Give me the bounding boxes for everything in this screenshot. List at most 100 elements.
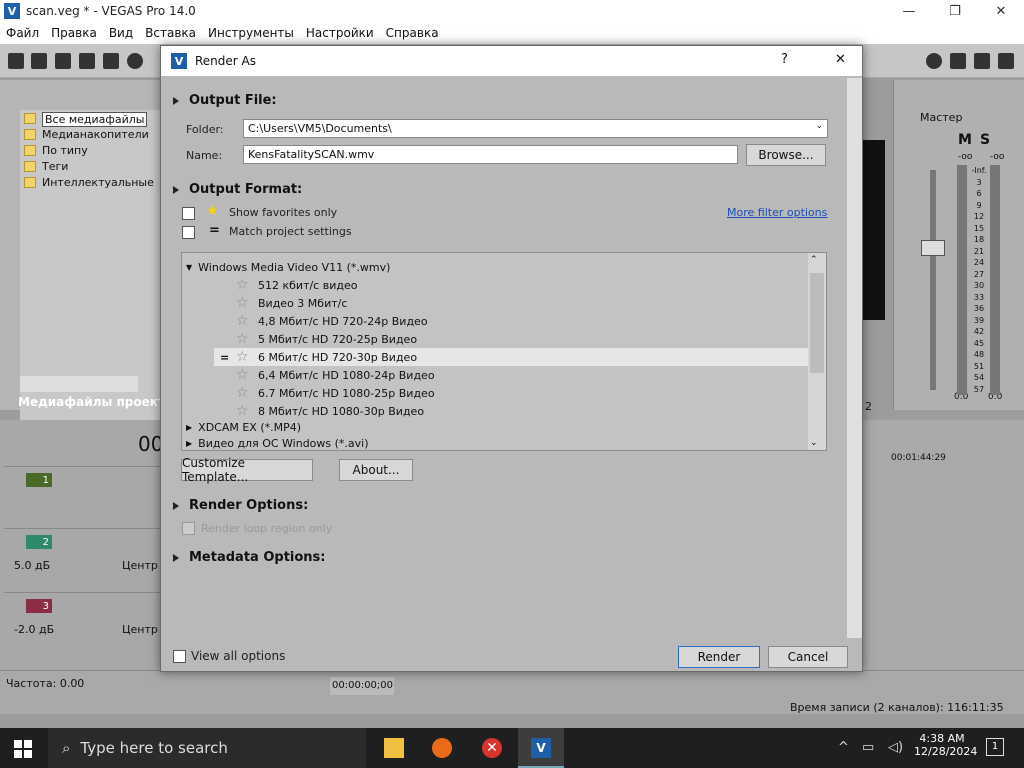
template-item[interactable]: ☆ Видео 3 Мбит/с (182, 294, 808, 312)
render-icon[interactable] (103, 53, 119, 69)
master-mixer-icon[interactable] (998, 53, 1014, 69)
format-group-wmv[interactable]: ▼ Windows Media Video V11 (*.wmv) (182, 258, 808, 276)
master-gear-icon[interactable] (926, 53, 942, 69)
template-item[interactable]: ☆ 6,4 Мбит/с HD 1080-24p Видео (182, 366, 808, 384)
master-fx-icon[interactable] (950, 53, 966, 69)
template-item-selected[interactable]: = ☆ 6 Мбит/с HD 720-30p Видео (214, 348, 808, 366)
taskbar-search-box[interactable]: ⌕ Type here to search (48, 728, 366, 768)
menu-view[interactable]: Вид (109, 26, 133, 40)
template-label: 6,4 Мбит/с HD 1080-24p Видео (258, 368, 435, 382)
browse-button[interactable]: Browse... (746, 144, 826, 166)
star-outline-icon[interactable]: ☆ (236, 277, 249, 293)
folder-icon (24, 161, 36, 172)
firefox-icon[interactable] (432, 738, 452, 758)
new-file-icon[interactable] (8, 53, 24, 69)
maximize-button[interactable]: ❐ (932, 0, 978, 22)
notification-icon[interactable]: 1 (986, 738, 1004, 756)
tree-item-all-media[interactable]: Все медиафайлы (42, 112, 148, 127)
more-filter-options-link[interactable]: More filter options (727, 206, 827, 219)
master-solo-button[interactable]: S (980, 132, 990, 148)
clock-time: 4:38 AM (919, 732, 965, 745)
folder-field[interactable]: C:\Users\VM5\Documents\ ⌄ (243, 119, 828, 138)
tree-item-tags[interactable]: Теги (42, 160, 68, 173)
template-label: 5 Мбит/с HD 720-25p Видео (258, 332, 418, 346)
star-outline-icon[interactable]: ☆ (236, 349, 249, 365)
format-group-avi[interactable]: ▶ Видео для ОС Windows (*.avi) (182, 434, 808, 450)
help-button[interactable]: ? (781, 52, 788, 67)
tray-chevron-icon[interactable]: ^ (838, 740, 849, 755)
track-1-header[interactable]: 1 (4, 466, 160, 522)
star-outline-icon[interactable]: ☆ (236, 403, 249, 419)
dialog-title-bar: V Render As ? ✕ (161, 46, 862, 76)
about-button[interactable]: About... (339, 459, 413, 481)
gear-icon[interactable] (127, 53, 143, 69)
output-format-section[interactable]: Output Format: (173, 182, 302, 197)
template-item[interactable]: ☆ 5 Мбит/с HD 720-25p Видео (182, 330, 808, 348)
section-title: Output Format: (189, 182, 303, 197)
time-field[interactable]: 00:00:00;00 (330, 677, 394, 695)
match-project-checkbox[interactable] (182, 226, 195, 239)
explorer-hscroll[interactable] (20, 376, 138, 392)
red-app-icon[interactable]: ✕ (482, 738, 502, 758)
menu-edit[interactable]: Правка (51, 26, 97, 40)
open-folder-icon[interactable] (31, 53, 47, 69)
star-outline-icon[interactable]: ☆ (236, 295, 249, 311)
show-favorites-checkbox[interactable] (182, 207, 195, 220)
master-fader-handle[interactable] (921, 240, 945, 256)
track-3-header[interactable]: 3 -2.0 дБ Центр (4, 592, 160, 648)
customize-template-button[interactable]: Customize Template... (181, 456, 313, 484)
track-2-header[interactable]: 2 5.0 дБ Центр (4, 528, 160, 584)
clock[interactable]: 4:38 AM 12/28/2024 (914, 732, 977, 758)
tree-item-by-type[interactable]: По типу (42, 144, 88, 157)
render-button[interactable]: Render (678, 646, 760, 668)
render-loop-checkbox[interactable] (182, 522, 195, 535)
menu-options[interactable]: Настройки (306, 26, 374, 40)
star-outline-icon[interactable]: ☆ (236, 331, 249, 347)
output-file-section[interactable]: Output File: (173, 93, 277, 108)
menu-insert[interactable]: Вставка (145, 26, 196, 40)
master-mute-icon[interactable] (974, 53, 990, 69)
template-item[interactable]: ☆ 4,8 Мбит/с HD 720-24p Видео (182, 312, 808, 330)
menu-file[interactable]: Файл (6, 26, 39, 40)
file-explorer-icon[interactable] (384, 738, 404, 758)
star-outline-icon[interactable]: ☆ (236, 385, 249, 401)
vegas-taskbar-button[interactable]: V (518, 728, 564, 768)
record-time: Время записи (2 каналов): 116:11:35 (790, 701, 1004, 714)
menu-tools[interactable]: Инструменты (208, 26, 294, 40)
menu-help[interactable]: Справка (386, 26, 439, 40)
close-window-button[interactable]: ✕ (978, 0, 1024, 22)
vegas-icon: V (531, 738, 551, 758)
star-outline-icon[interactable]: ☆ (236, 367, 249, 383)
window-title-bar: V scan.veg * - VEGAS Pro 14.0 — ❐ ✕ (0, 0, 1024, 22)
star-outline-icon[interactable]: ☆ (236, 313, 249, 329)
template-item[interactable]: ☆ 512 кбит/с видео (182, 276, 808, 294)
save-icon[interactable] (55, 53, 71, 69)
section-title: Metadata Options: (189, 550, 326, 565)
folder-icon (24, 145, 36, 156)
volume-icon[interactable]: ◁) (888, 740, 903, 755)
timeline-area[interactable]: 00:01:44:29 2 (863, 400, 1024, 670)
chevron-down-icon[interactable]: ⌄ (815, 121, 823, 131)
save-as-icon[interactable] (79, 53, 95, 69)
view-all-options-checkbox[interactable] (173, 650, 186, 663)
status-bar: Частота: 0.00 00:00:00;00 Время записи (… (0, 670, 1024, 714)
tree-item-smart[interactable]: Интеллектуальные (42, 176, 154, 189)
minimize-button[interactable]: — (886, 0, 932, 22)
file-name-input[interactable]: KensFatalitySCAN.wmv (243, 145, 738, 164)
list-vscroll[interactable]: ⌃ ⌄ (808, 253, 826, 450)
scroll-thumb[interactable] (810, 273, 824, 373)
master-mute-button[interactable]: M (958, 132, 972, 148)
template-item[interactable]: ☆ 6.7 Мбит/с HD 1080-25p Видео (182, 384, 808, 402)
render-options-section[interactable]: Render Options: (173, 498, 308, 513)
dialog-close-button[interactable]: ✕ (835, 52, 846, 67)
scroll-up-icon[interactable]: ⌃ (810, 255, 818, 265)
windows-start-icon[interactable] (14, 740, 32, 758)
scroll-down-icon[interactable]: ⌄ (810, 438, 818, 448)
metadata-options-section[interactable]: Metadata Options: (173, 550, 325, 565)
dialog-vscroll[interactable] (847, 78, 862, 638)
tree-item-media-bins[interactable]: Медианакопители (42, 128, 149, 141)
cancel-button[interactable]: Cancel (768, 646, 848, 668)
network-icon[interactable]: ▭ (862, 740, 874, 755)
show-favorites-label: Show favorites only (229, 206, 338, 219)
format-template-list[interactable]: ▼ Windows Media Video V11 (*.wmv) ☆ 512 к… (181, 252, 827, 451)
